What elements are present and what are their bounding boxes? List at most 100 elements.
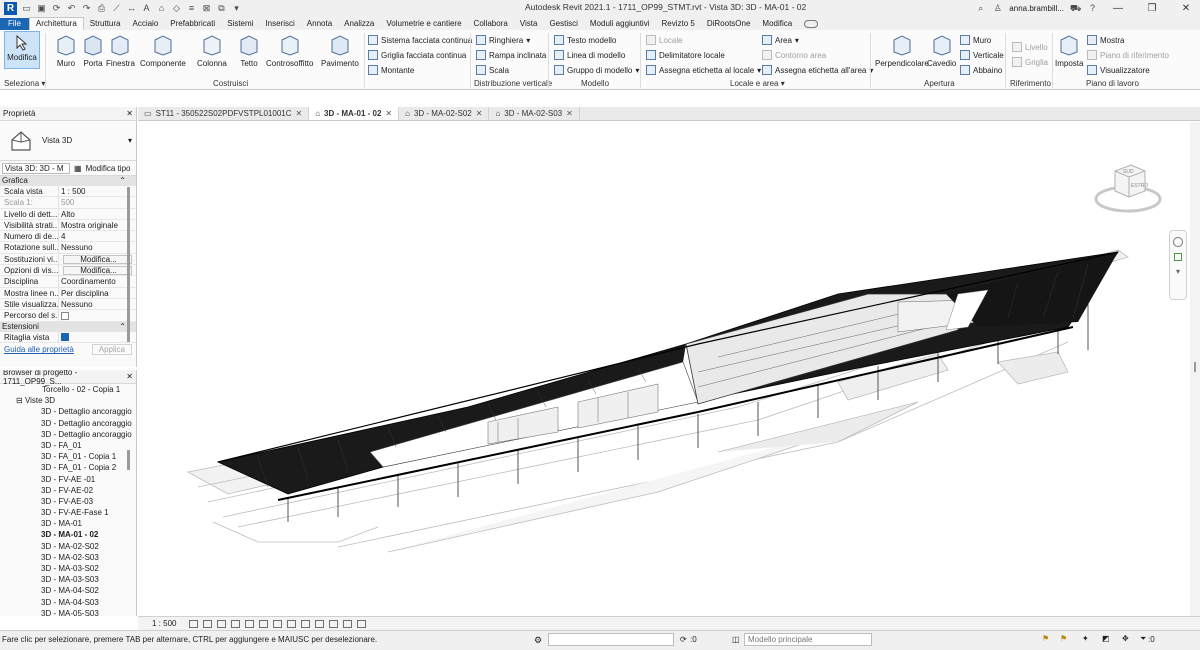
tag-room-button[interactable]: Assegna etichetta al locale ▾ xyxy=(646,65,761,75)
minimize-button[interactable]: — xyxy=(1104,3,1132,14)
curtain-grid-button[interactable]: Griglia facciata continua xyxy=(368,50,466,60)
drawing-area[interactable]: SUD ESTRO ▾ xyxy=(138,122,1190,616)
ramp-button[interactable]: Rampa inclinata xyxy=(476,50,546,60)
ribbon-tab-gestisci[interactable]: Gestisci xyxy=(543,18,583,30)
ribbon-tab-architettura[interactable]: Architettura xyxy=(28,17,84,30)
ribbon-tab-struttura[interactable]: Struttura xyxy=(84,18,127,30)
property-value[interactable]: Per disciplina xyxy=(59,288,136,298)
view-tab[interactable]: ▭ ST11 - 350522S02PDFVSTPL01001C ✕ xyxy=(138,107,310,120)
view-scale[interactable]: 1 : 500 xyxy=(152,619,176,628)
room-separator-button[interactable]: Delimitatore locale xyxy=(646,50,725,60)
switch-windows-icon[interactable]: ⧉ xyxy=(216,3,227,14)
lock-view-icon[interactable] xyxy=(287,619,297,628)
open-icon[interactable]: ▭ xyxy=(21,3,32,14)
area-boundary-button[interactable]: Contorno area xyxy=(762,50,826,60)
chevron-down-icon[interactable]: ▾ xyxy=(526,36,530,45)
3d-view-icon[interactable]: ⌂ xyxy=(156,3,167,14)
property-value[interactable]: Nessuno xyxy=(59,242,136,252)
maximize-button[interactable]: ❐ xyxy=(1138,3,1166,14)
browser-item[interactable]: 3D - MA-04-S03 xyxy=(0,597,136,608)
worksets-icon[interactable]: ⚙ xyxy=(534,635,542,646)
render-icon[interactable] xyxy=(245,619,255,628)
crop-checkbox[interactable] xyxy=(61,333,69,342)
panel-label-room[interactable]: Locale e area ▾ xyxy=(730,79,785,88)
collapse-icon[interactable]: ⌃ xyxy=(119,176,126,186)
ribbon-tab-file[interactable]: File xyxy=(0,18,29,30)
vertical-opening-button[interactable]: Verticale xyxy=(960,50,1004,60)
viewcube[interactable]: SUD ESTRO xyxy=(1093,157,1163,219)
tag-area-button[interactable]: Assegna etichetta all'area ▾ xyxy=(762,65,873,75)
chevron-down-icon[interactable]: ▾ xyxy=(128,136,132,145)
close-icon[interactable]: ✕ xyxy=(126,372,133,381)
browser-folder[interactable]: ⊟ Viste 3D xyxy=(0,395,136,406)
dimension-icon[interactable]: ↔ xyxy=(126,3,137,14)
browser-item[interactable]: 3D - FA_01 - Copia 2 xyxy=(0,462,136,473)
workset-dropdown[interactable] xyxy=(548,633,674,646)
curtain-system-button[interactable]: Sistema facciata continua xyxy=(368,35,472,45)
group-graphics[interactable]: Grafica ⌃ xyxy=(0,176,136,186)
browser-item[interactable]: 3D - FV-AE -01 xyxy=(0,474,136,485)
column-button[interactable]: Colonna xyxy=(197,32,227,68)
chevron-down-icon[interactable]: ▾ xyxy=(757,66,761,75)
save-icon[interactable]: ▣ xyxy=(36,3,47,14)
print-icon[interactable]: ⎙ xyxy=(96,3,107,14)
apply-button[interactable]: Applica xyxy=(91,344,132,356)
close-icon[interactable]: ✕ xyxy=(126,109,133,118)
property-value[interactable]: Alto xyxy=(59,209,136,219)
customize-qat-icon[interactable]: ▾ xyxy=(231,3,242,14)
window-button[interactable]: Finestra xyxy=(106,32,135,68)
ribbon-tab-modifica[interactable]: Modifica xyxy=(756,18,798,30)
browser-item[interactable]: 3D - MA-01 xyxy=(0,518,136,529)
design-option-dropdown[interactable]: Modello principale xyxy=(744,633,872,646)
property-value[interactable]: Mostra originale xyxy=(59,220,136,230)
hide-isolate-icon[interactable] xyxy=(301,619,311,628)
railing-button[interactable]: Ringhiera ▾ xyxy=(476,35,530,45)
undo-icon[interactable]: ↶ xyxy=(66,3,77,14)
close-hidden-icon[interactable]: ⊠ xyxy=(201,3,212,14)
drawing-scrollbar[interactable] xyxy=(1190,122,1200,616)
crop-view-icon[interactable] xyxy=(259,619,269,628)
user-name[interactable]: anna.brambill... xyxy=(1009,4,1064,13)
ribbon-tab-dirootsone[interactable]: DiRootsOne xyxy=(701,18,757,30)
area-button[interactable]: Area ▾ xyxy=(762,35,799,45)
dormer-button[interactable]: Abbaino xyxy=(960,65,1002,75)
collapse-toggle-icon[interactable]: ⊟ xyxy=(16,396,25,405)
type-selector[interactable]: Vista 3D ▾ xyxy=(0,121,136,161)
ribbon-tab-vista[interactable]: Vista xyxy=(514,18,544,30)
viewcube-graphic[interactable]: SUD ESTRO xyxy=(1093,157,1163,219)
ribbon-tab-revizto-5[interactable]: Revizto 5 xyxy=(655,18,700,30)
chevron-down-icon[interactable]: ▾ xyxy=(795,36,799,45)
ribbon-tab-moduli-aggiuntivi[interactable]: Moduli aggiuntivi xyxy=(584,18,656,30)
redo-icon[interactable]: ↷ xyxy=(81,3,92,14)
ribbon-tab-volumetrie-e-cantiere[interactable]: Volumetrie e cantiere xyxy=(380,18,467,30)
edit-type-icon[interactable]: ▦ xyxy=(74,164,82,173)
component-button[interactable]: Componente xyxy=(140,32,186,68)
browser-item[interactable]: Torcello - 02 - Copia 1 xyxy=(0,384,136,395)
ribbon-minimize-toggle[interactable] xyxy=(804,20,819,28)
room-button[interactable]: Locale xyxy=(646,35,683,45)
property-value[interactable]: 1 : 500 xyxy=(59,186,136,196)
select-by-face-icon[interactable]: ◩ xyxy=(1102,634,1110,643)
model-line-button[interactable]: Linea di modello xyxy=(554,50,625,60)
view-tab[interactable]: ⌂ 3D - MA-01 - 02 ✕ xyxy=(309,107,400,120)
filter-icon[interactable]: ⏷ xyxy=(1140,634,1146,644)
browser-item[interactable]: 3D - MA-03-S02 xyxy=(0,563,136,574)
model-text-button[interactable]: Testo modello xyxy=(554,35,616,45)
help-icon[interactable]: ? xyxy=(1087,3,1098,14)
ribbon-tab-collabora[interactable]: Collabora xyxy=(468,18,514,30)
ribbon-tab-acciaio[interactable]: Acciaio xyxy=(126,18,164,30)
properties-help-link[interactable]: Guida alle proprietà xyxy=(4,345,74,354)
browser-item[interactable]: 3D - MA-05-S03 xyxy=(0,608,136,616)
visual-style-icon[interactable] xyxy=(203,619,213,628)
orbit-icon[interactable]: ▾ xyxy=(1170,267,1186,276)
thin-lines-icon[interactable]: ≡ xyxy=(186,3,197,14)
shaft-button[interactable]: Cavedio xyxy=(927,32,956,68)
browser-item[interactable]: 3D - FV-AE-03 xyxy=(0,496,136,507)
wall-button[interactable]: Muro xyxy=(55,32,77,68)
browser-item[interactable]: 3D - MA-02-S03 xyxy=(0,552,136,563)
model-group-button[interactable]: Gruppo di modello ▾ xyxy=(554,65,639,75)
roof-button[interactable]: Tetto xyxy=(238,32,260,68)
browser-item[interactable]: 3D - MA-01 - 02 xyxy=(0,529,136,540)
sync-icon[interactable]: ⟳ xyxy=(51,3,62,14)
show-crop-icon[interactable] xyxy=(273,619,283,628)
